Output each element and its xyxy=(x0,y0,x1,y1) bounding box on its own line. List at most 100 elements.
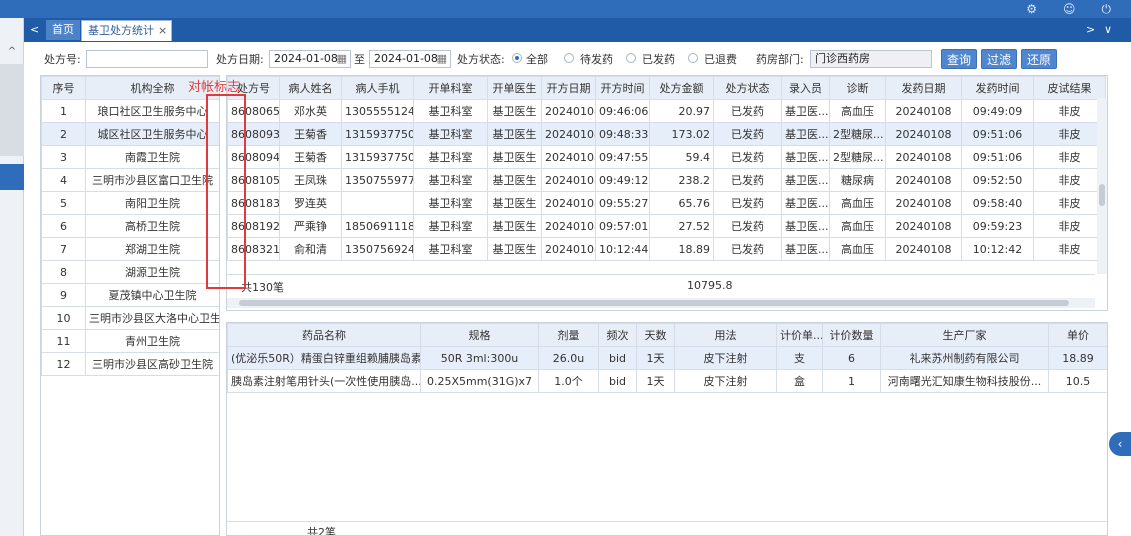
rx-col-status[interactable]: 处方状态 xyxy=(713,76,782,100)
rx-horizontal-scrollbar[interactable] xyxy=(227,298,1095,308)
drug-col-manufacturer[interactable]: 生产厂家 xyxy=(880,323,1049,347)
rx-col-phone[interactable]: 病人手机 xyxy=(341,76,414,100)
rx-col-time[interactable]: 开方时间 xyxy=(595,76,650,100)
rx-col-skin-test[interactable]: 皮试结果 xyxy=(1033,76,1106,100)
rx-cell: 基卫医生 xyxy=(487,237,542,261)
drug-col-dose[interactable]: 剂量 xyxy=(538,323,599,347)
user-icon[interactable]: ☺ xyxy=(1063,2,1076,16)
rx-cell: 59.4 xyxy=(649,145,714,169)
rx-col-dispense-time[interactable]: 发药时间 xyxy=(961,76,1034,100)
rx-col-doctor[interactable]: 开单医生 xyxy=(487,76,542,100)
status-radio-all[interactable] xyxy=(512,53,522,63)
table-row[interactable]: 7 郑湖卫生院 xyxy=(41,237,219,261)
table-row[interactable]: 8608183 罗连英 基卫科室 基卫医生 20240108 09:55:27 65.76 已… xyxy=(227,191,1106,215)
drug-cell: 盒 xyxy=(776,369,823,393)
drug-col-freq[interactable]: 频次 xyxy=(598,323,637,347)
drug-col-days[interactable]: 天数 xyxy=(636,323,675,347)
reset-button[interactable]: 还原 xyxy=(1021,49,1057,69)
rx-col-patient[interactable]: 病人姓名 xyxy=(279,76,342,100)
tab-scroll-right-icon[interactable]: > xyxy=(1086,20,1095,40)
table-row[interactable]: (优泌乐50R）精蛋白锌重组赖脯胰岛素... 50R 3ml:300u 26.0u b… xyxy=(227,346,1107,370)
rx-col-dept[interactable]: 开单科室 xyxy=(413,76,488,100)
rx-col-amount[interactable]: 处方金额 xyxy=(649,76,714,100)
nav-section[interactable] xyxy=(0,64,24,156)
org-name: 三明市沙县区大洛中心卫生院 xyxy=(85,306,219,330)
close-icon[interactable]: × xyxy=(158,24,167,37)
rx-col-diagnosis[interactable]: 诊断 xyxy=(829,76,886,100)
tab-rx-stats[interactable]: 基卫处方统计 × xyxy=(81,20,173,41)
table-row[interactable]: 10 三明市沙县区大洛中心卫生院 xyxy=(41,306,219,330)
rx-col-dispense-date[interactable]: 发药日期 xyxy=(885,76,962,100)
drug-col-unit[interactable]: 计价单... xyxy=(776,323,823,347)
drug-cell: 皮下注射 xyxy=(674,369,777,393)
rx-cell: 20240108 xyxy=(541,191,596,215)
org-name: 三明市沙县区高砂卫生院 xyxy=(85,352,219,376)
rx-cell: 糖尿病 xyxy=(829,168,886,192)
rx-cell: 20240108 xyxy=(885,99,962,123)
settings-icon[interactable]: ⚙ xyxy=(1026,2,1037,16)
table-row[interactable]: 8608065邓水英13055551242基卫科室基卫医生2024010809:… xyxy=(227,99,1106,123)
tab-scroll-left-icon[interactable]: < xyxy=(30,20,39,40)
status-radio-dispensed[interactable] xyxy=(626,53,636,63)
collapse-icon[interactable]: ^ xyxy=(0,46,24,60)
drug-col-price[interactable]: 单价 xyxy=(1048,323,1107,347)
table-row[interactable]: 5 南阳卫生院 xyxy=(41,191,219,215)
tab-menu-icon[interactable]: ∨ xyxy=(1104,20,1112,40)
table-row[interactable]: 4 三明市沙县区富口卫生院 xyxy=(41,168,219,192)
org-col-index[interactable]: 序号 xyxy=(41,76,86,100)
date-from-input[interactable]: 2024-01-08 ▦ xyxy=(269,50,351,68)
rx-col-date[interactable]: 开方日期 xyxy=(541,76,596,100)
table-row[interactable]: 9 夏茂镇中心卫生院 xyxy=(41,283,219,307)
drug-cell: 50R 3ml:300u xyxy=(420,346,539,370)
table-row[interactable]: 8608321俞和清13507569249基卫科室基卫医生2024010810:… xyxy=(227,237,1106,261)
table-row[interactable]: 1 琅口社区卫生服务中心 xyxy=(41,99,219,123)
tab-home[interactable]: 首页 xyxy=(46,20,80,40)
rx-cell: 基卫医... xyxy=(781,237,830,261)
org-index: 4 xyxy=(41,168,86,192)
table-row[interactable]: 8608093王菊香13159377503基卫科室基卫医生2024010809:… xyxy=(227,122,1106,146)
rx-cell: 高血压 xyxy=(829,191,886,215)
drug-col-usage[interactable]: 用法 xyxy=(674,323,777,347)
query-button[interactable]: 查询 xyxy=(941,49,977,69)
chevron-left-icon: ‹ xyxy=(1117,437,1123,451)
table-row[interactable]: 8608192严乘铮18506911182基卫科室基卫医生2024010809:… xyxy=(227,214,1106,238)
scroll-thumb[interactable] xyxy=(239,300,1069,306)
rx-cell: 20240108 xyxy=(885,145,962,169)
table-row[interactable]: 8608094王菊香13159377503基卫科室基卫医生2024010809:… xyxy=(227,145,1106,169)
table-row[interactable]: 8 湖源卫生院 xyxy=(41,260,219,284)
rx-cell: 非皮 xyxy=(1033,214,1106,238)
rx-cell: 王菊香 xyxy=(279,145,342,169)
rx-col-clerk[interactable]: 录入员 xyxy=(781,76,830,100)
date-to-input[interactable]: 2024-01-08 ▦ xyxy=(369,50,451,68)
status-option-refunded[interactable]: 已退费 xyxy=(704,51,737,67)
power-icon[interactable]: ⏻ xyxy=(1102,2,1112,17)
rx-vertical-scrollbar[interactable] xyxy=(1097,98,1107,274)
drug-col-qty[interactable]: 计价数量 xyxy=(822,323,881,347)
table-row[interactable]: 6 高桥卫生院 xyxy=(41,214,219,238)
rx-cell: 已发药 xyxy=(713,122,782,146)
annotation-label: 对帐标志 xyxy=(188,80,241,95)
status-option-pending[interactable]: 待发药 xyxy=(580,51,613,67)
status-radio-pending[interactable] xyxy=(564,53,574,63)
table-row[interactable]: 12 三明市沙县区高砂卫生院 xyxy=(41,352,219,376)
scroll-thumb[interactable] xyxy=(1099,184,1105,206)
calendar-icon[interactable]: ▦ xyxy=(337,51,347,67)
filter-button[interactable]: 过滤 xyxy=(981,49,1017,69)
side-expand-button[interactable]: ‹ xyxy=(1109,432,1131,456)
rx-cell: 13159377503 xyxy=(341,122,414,146)
table-row[interactable]: 胰岛素注射笔用针头(一次性使用胰岛... 0.25X5mm(31G)x7 1.0个 b… xyxy=(227,369,1107,393)
nav-item-active[interactable] xyxy=(0,164,24,190)
table-row[interactable]: 8608105王凤珠13507559779基卫科室基卫医生2024010809:… xyxy=(227,168,1106,192)
status-radio-refunded[interactable] xyxy=(688,53,698,63)
status-option-dispensed[interactable]: 已发药 xyxy=(642,51,675,67)
table-row[interactable]: 11 青州卫生院 xyxy=(41,329,219,353)
drug-col-name[interactable]: 药品名称 xyxy=(227,323,421,347)
drug-col-spec[interactable]: 规格 xyxy=(420,323,539,347)
status-option-all[interactable]: 全部 xyxy=(526,51,548,67)
rx-list-panel: 处方号 病人姓名 病人手机 开单科室 开单医生 开方日期 开方时间 处方金额 处… xyxy=(226,75,1108,311)
rx-no-input[interactable] xyxy=(86,50,208,68)
table-row[interactable]: 3 南霞卫生院 xyxy=(41,145,219,169)
pharmacy-input[interactable]: 门诊西药房 xyxy=(810,50,932,68)
table-row[interactable]: 2 城区社区卫生服务中心 xyxy=(41,122,219,146)
calendar-icon[interactable]: ▦ xyxy=(437,51,447,67)
